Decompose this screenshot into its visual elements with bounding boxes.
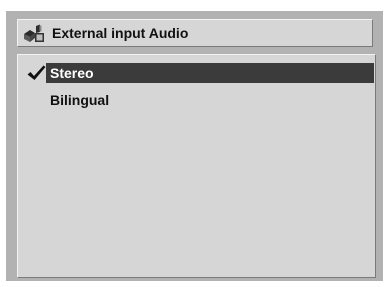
checkmark-icon — [27, 65, 46, 80]
audio-options-list: Stereo Bilingual — [17, 54, 376, 278]
menu-item-label: Stereo — [50, 65, 94, 81]
menu-item-stereo[interactable]: Stereo — [18, 63, 375, 83]
dialog-title-bar: External input Audio — [17, 19, 373, 47]
audio-source-icon — [24, 24, 44, 42]
selection-highlight — [46, 63, 374, 83]
dialog-title: External input Audio — [52, 25, 189, 41]
menu-item-bilingual[interactable]: Bilingual — [18, 90, 375, 110]
menu-item-label: Bilingual — [50, 92, 110, 108]
